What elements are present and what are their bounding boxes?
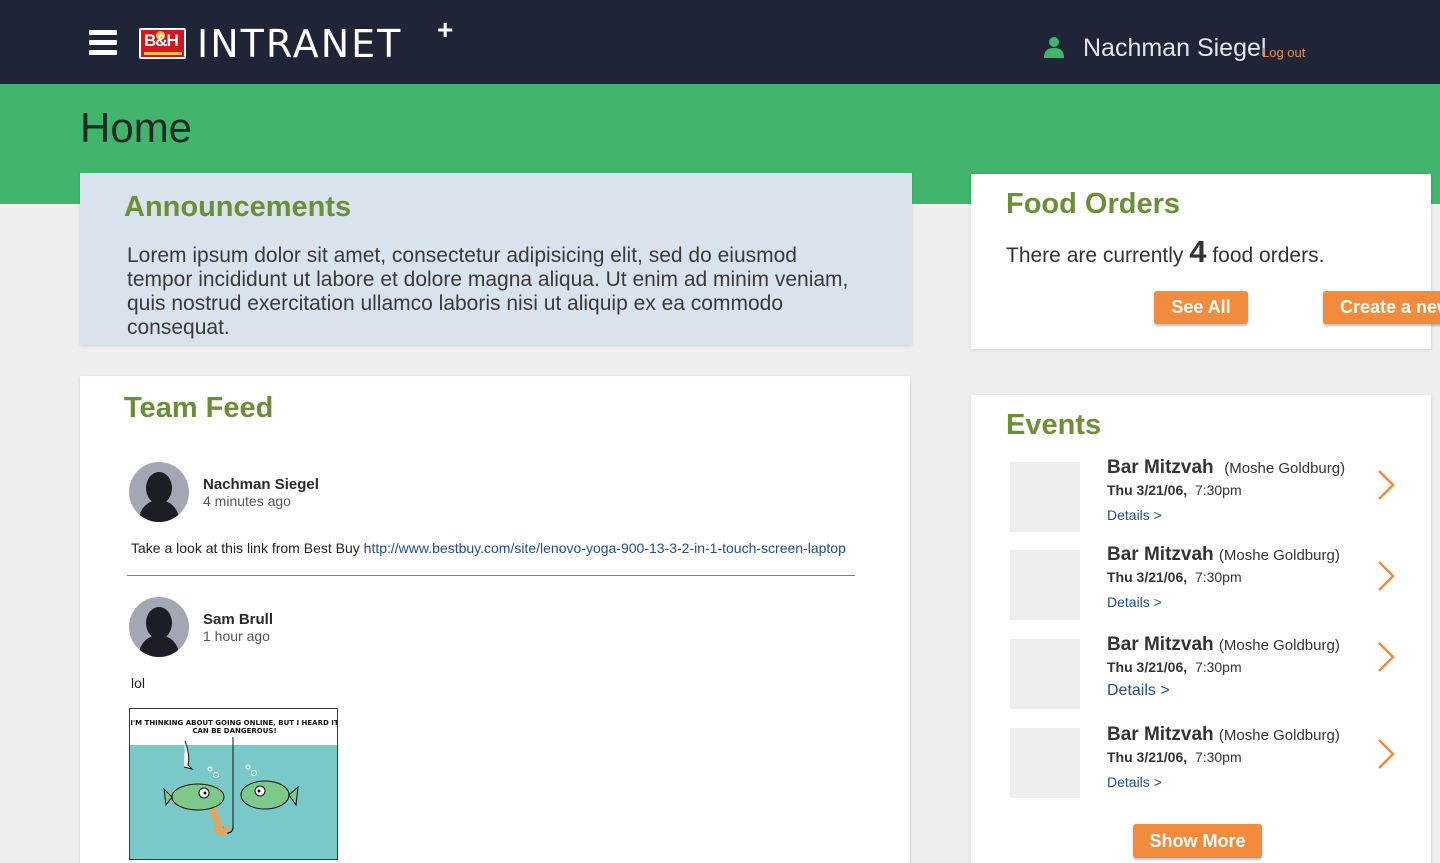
post-divider xyxy=(127,575,855,576)
event-day: Thu 3/21/06, xyxy=(1107,749,1188,765)
chevron-right-icon[interactable] xyxy=(1375,737,1397,771)
team-feed-card: Team Feed Nachman Siegel 4 minutes ago T… xyxy=(80,376,910,863)
food-orders-text-before: There are currently xyxy=(1006,244,1190,267)
event-datetime: Thu 3/21/06, 7:30pm xyxy=(1107,659,1242,675)
post-image-comic[interactable]: I'M THINKING ABOUT GOING ONLINE, BUT I H… xyxy=(129,708,338,860)
food-orders-title: Food Orders xyxy=(1006,188,1181,220)
announcements-title: Announcements xyxy=(124,191,352,223)
create-new-order-button[interactable]: Create a new xyxy=(1323,291,1440,324)
event-time: 7:30pm xyxy=(1194,749,1242,765)
brand-plus: + xyxy=(437,14,454,45)
post-body: Take a look at this link from Best Buy h… xyxy=(131,540,846,556)
post-text: Take a look at this link from Best Buy xyxy=(131,540,364,556)
chevron-right-icon[interactable] xyxy=(1375,640,1397,674)
event-thumbnail[interactable] xyxy=(1010,728,1080,798)
event-details-link[interactable]: Details > xyxy=(1107,507,1162,523)
event-name: Bar Mitzvah xyxy=(1107,457,1214,478)
event-host: (Moshe Goldburg) xyxy=(1218,727,1340,744)
post-timestamp: 4 minutes ago xyxy=(203,493,291,509)
announcements-card: Announcements Lorem ipsum dolor sit amet… xyxy=(80,173,912,345)
event-time: 7:30pm xyxy=(1194,482,1242,498)
event-name: Bar Mitzvah xyxy=(1107,634,1214,655)
event-name: Bar Mitzvah xyxy=(1107,724,1214,745)
event-host: (Moshe Goldburg) xyxy=(1218,547,1340,564)
post-text: lol xyxy=(131,675,146,691)
food-orders-card: Food Orders There are currently 4 food o… xyxy=(971,174,1440,349)
current-user-name: Nachman Siegel xyxy=(1083,34,1267,62)
top-nav-bar: B&H INTRANET + Nachman Siegel Log out xyxy=(0,0,1440,84)
event-datetime: Thu 3/21/06, 7:30pm xyxy=(1107,569,1242,585)
comic-fish-illustration xyxy=(163,737,299,836)
event-title[interactable]: Bar Mitzvah (Moshe Goldburg) xyxy=(1107,457,1345,479)
intranet-brand[interactable]: INTRANET xyxy=(197,22,402,66)
logout-link[interactable]: Log out xyxy=(1262,45,1305,60)
event-thumbnail[interactable] xyxy=(1010,639,1080,709)
events-card: Events Bar Mitzvah (Moshe Goldburg) Thu … xyxy=(971,395,1431,863)
event-time: 7:30pm xyxy=(1194,659,1242,675)
avatar[interactable] xyxy=(129,597,189,657)
event-day: Thu 3/21/06, xyxy=(1107,569,1188,585)
post-timestamp: 1 hour ago xyxy=(203,628,270,644)
event-datetime: Thu 3/21/06, 7:30pm xyxy=(1107,482,1242,498)
event-host: (Moshe Goldburg) xyxy=(1218,637,1340,654)
chevron-right-icon[interactable] xyxy=(1375,559,1397,593)
show-more-button[interactable]: Show More xyxy=(1133,824,1262,858)
event-time: 7:30pm xyxy=(1194,569,1242,585)
post-author[interactable]: Sam Brull xyxy=(203,611,273,628)
event-title[interactable]: Bar Mitzvah (Moshe Goldburg) xyxy=(1107,724,1340,746)
food-orders-count: 4 xyxy=(1189,234,1207,269)
event-datetime: Thu 3/21/06, 7:30pm xyxy=(1107,749,1242,765)
event-day: Thu 3/21/06, xyxy=(1107,659,1188,675)
avatar[interactable] xyxy=(129,462,189,522)
food-orders-summary: There are currently 4 food orders. xyxy=(1006,234,1324,270)
user-icon xyxy=(1044,37,1064,58)
team-feed-title: Team Feed xyxy=(124,392,274,424)
chevron-right-icon[interactable] xyxy=(1375,468,1397,502)
announcement-text: Lorem ipsum dolor sit amet, consectetur … xyxy=(127,244,849,339)
food-orders-text-after: food orders. xyxy=(1206,244,1325,267)
event-details-link[interactable]: Details > xyxy=(1107,682,1170,700)
logo-text: B&H xyxy=(144,31,179,50)
hamburger-menu-icon[interactable] xyxy=(89,30,117,58)
events-title: Events xyxy=(1006,409,1102,441)
event-title[interactable]: Bar Mitzvah (Moshe Goldburg) xyxy=(1107,634,1340,656)
event-details-link[interactable]: Details > xyxy=(1107,774,1162,790)
event-details-link[interactable]: Details > xyxy=(1107,594,1162,610)
event-name: Bar Mitzvah xyxy=(1107,544,1214,565)
post-link[interactable]: http://www.bestbuy.com/site/lenovo-yoga-… xyxy=(364,540,846,556)
post-author[interactable]: Nachman Siegel xyxy=(203,476,319,493)
see-all-button[interactable]: See All xyxy=(1154,291,1248,324)
event-title[interactable]: Bar Mitzvah (Moshe Goldburg) xyxy=(1107,544,1340,566)
event-thumbnail[interactable] xyxy=(1010,550,1080,620)
event-thumbnail[interactable] xyxy=(1010,462,1080,532)
bh-logo[interactable]: B&H xyxy=(139,28,186,59)
event-day: Thu 3/21/06, xyxy=(1107,482,1188,498)
event-host: (Moshe Goldburg) xyxy=(1224,460,1346,477)
page-title: Home xyxy=(80,104,193,151)
